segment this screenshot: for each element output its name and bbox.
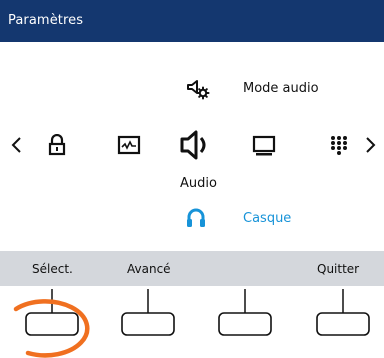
title-bar: Paramètres [0, 0, 384, 42]
softkey-1-label: Sélect. [32, 262, 73, 276]
keypad-icon[interactable] [330, 135, 348, 157]
monitor-icon[interactable] [251, 135, 277, 157]
picture-icon[interactable] [117, 134, 141, 156]
chevron-right-icon[interactable] [365, 136, 377, 154]
casque-label[interactable]: Casque [243, 211, 291, 226]
mode-audio-label[interactable]: Mode audio [243, 81, 319, 96]
softkey-2-button[interactable] [121, 289, 175, 336]
speaker-icon[interactable] [179, 127, 213, 163]
softkey-4-label: Quitter [317, 262, 360, 276]
softkey-1-button[interactable] [25, 289, 79, 336]
lock-icon[interactable] [47, 134, 67, 156]
softkeys [13, 289, 370, 358]
softkey-2-label: Avancé [127, 262, 171, 276]
carousel-selected-label: Audio [180, 176, 217, 191]
softkey-4-button[interactable] [316, 289, 370, 336]
softkey-3-button[interactable] [218, 289, 272, 336]
chevron-left-icon[interactable] [10, 136, 22, 154]
headset-icon [187, 208, 205, 227]
speaker-gear-icon [187, 80, 210, 100]
page-title: Paramètres [8, 13, 84, 28]
